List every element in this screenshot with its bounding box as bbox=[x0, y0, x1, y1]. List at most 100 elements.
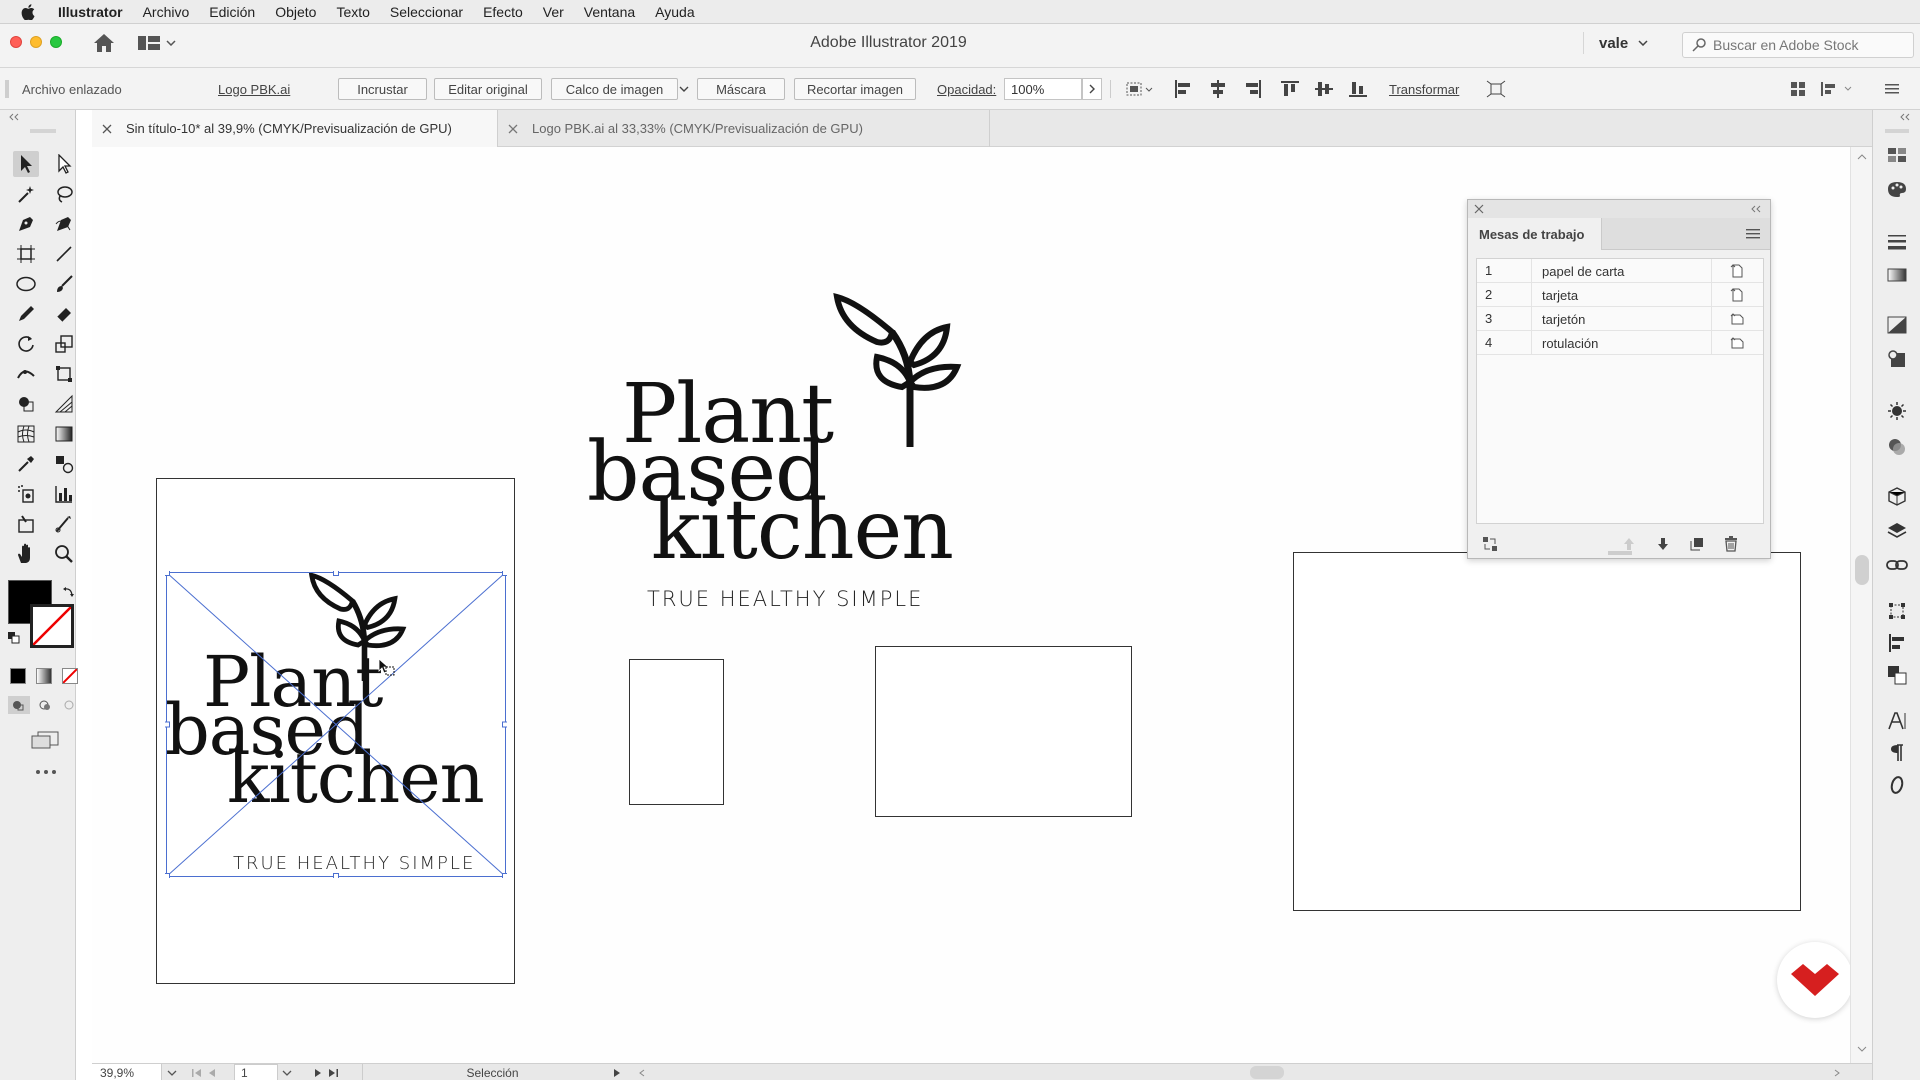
image-trace-dropdown[interactable] bbox=[678, 78, 690, 100]
opacity-expand-button[interactable] bbox=[1082, 78, 1102, 100]
asset-export-icon[interactable] bbox=[1885, 486, 1909, 508]
toolbar-grip[interactable] bbox=[30, 128, 56, 134]
align-right-icon[interactable] bbox=[1240, 78, 1264, 100]
opacity-input[interactable]: 100% bbox=[1004, 78, 1082, 100]
color-palette-icon[interactable] bbox=[1885, 178, 1909, 200]
draw-behind-icon[interactable] bbox=[34, 696, 56, 714]
free-transform-tool-icon[interactable] bbox=[51, 361, 77, 387]
zoom-level-input[interactable]: 39,9% bbox=[92, 1064, 162, 1080]
pencil-tool-icon[interactable] bbox=[13, 301, 39, 327]
apple-icon[interactable] bbox=[18, 2, 38, 22]
horizontal-scroll-thumb[interactable] bbox=[1250, 1066, 1284, 1079]
artboard-row[interactable]: 3 tarjetón bbox=[1477, 307, 1763, 331]
menu-seleccionar[interactable]: Seleccionar bbox=[390, 4, 463, 20]
panel-resize-grip[interactable] bbox=[1608, 550, 1632, 556]
swatches-icon[interactable] bbox=[1885, 144, 1909, 166]
mask-button[interactable]: Máscara bbox=[697, 78, 785, 100]
edit-original-button[interactable]: Editar original bbox=[434, 78, 542, 100]
transparency-icon[interactable] bbox=[1885, 314, 1909, 336]
user-menu[interactable]: vale bbox=[1583, 32, 1648, 54]
align-bottom-icon[interactable] bbox=[1346, 78, 1370, 100]
rotate-tool-icon[interactable] bbox=[13, 331, 39, 357]
artboard-options-icon[interactable] bbox=[1711, 283, 1761, 307]
symbol-sprayer-tool-icon[interactable] bbox=[13, 481, 39, 507]
align-to-icon[interactable] bbox=[1124, 78, 1156, 100]
curvature-tool-icon[interactable] bbox=[51, 211, 77, 237]
embed-button[interactable]: Incrustar bbox=[338, 78, 427, 100]
artboard-name[interactable]: rotulación bbox=[1531, 331, 1711, 355]
artboard-row[interactable]: 4 rotulación bbox=[1477, 331, 1763, 355]
ellipse-tool-icon[interactable] bbox=[13, 271, 39, 297]
vertical-scroll-thumb[interactable] bbox=[1855, 555, 1869, 585]
new-artboard-icon[interactable] bbox=[1690, 537, 1704, 551]
next-last-artboard[interactable] bbox=[314, 1064, 354, 1080]
current-tool-status[interactable]: Selección bbox=[362, 1064, 622, 1080]
menu-ver[interactable]: Ver bbox=[543, 4, 564, 20]
brushes-icon[interactable] bbox=[1885, 400, 1909, 422]
gradient-tool-icon[interactable] bbox=[51, 421, 77, 447]
pen-tool-icon[interactable] bbox=[13, 211, 39, 237]
gradient-mode-icon[interactable] bbox=[36, 668, 52, 684]
artboard-options-icon[interactable] bbox=[1711, 331, 1761, 355]
scroll-left-icon[interactable] bbox=[639, 1064, 649, 1080]
artboard-options-icon[interactable] bbox=[1711, 259, 1761, 283]
vertical-scrollbar[interactable] bbox=[1850, 147, 1872, 1063]
menu-edicion[interactable]: Edición bbox=[209, 4, 255, 20]
zoom-dropdown[interactable] bbox=[164, 1064, 180, 1080]
trash-icon[interactable] bbox=[1724, 536, 1738, 552]
artboard-rotulacion[interactable] bbox=[1293, 552, 1801, 911]
close-icon[interactable] bbox=[508, 124, 518, 134]
stock-search-input[interactable]: Buscar en Adobe Stock bbox=[1682, 32, 1914, 58]
dock-grip[interactable] bbox=[1885, 128, 1909, 134]
artboard-name[interactable]: tarjeta bbox=[1531, 283, 1711, 307]
default-fill-stroke-icon[interactable] bbox=[8, 632, 20, 644]
selection-tool-icon[interactable] bbox=[13, 151, 39, 177]
artboard-row[interactable]: 2 tarjeta bbox=[1477, 283, 1763, 307]
line-tool-icon[interactable] bbox=[51, 241, 77, 267]
layers-icon[interactable] bbox=[1885, 520, 1909, 542]
scissors-tool-icon[interactable] bbox=[51, 511, 77, 537]
selection-bounding-box[interactable] bbox=[165, 571, 507, 878]
draw-normal-icon[interactable] bbox=[8, 696, 30, 714]
menu-efecto[interactable]: Efecto bbox=[483, 4, 523, 20]
lasso-tool-icon[interactable] bbox=[51, 181, 77, 207]
control-bar-grip[interactable] bbox=[4, 78, 10, 100]
isolate-icon[interactable] bbox=[1484, 78, 1508, 100]
artboard-name[interactable]: papel de carta bbox=[1531, 259, 1711, 283]
transform-link[interactable]: Transformar bbox=[1389, 78, 1459, 100]
artboard-dropdown[interactable] bbox=[282, 1064, 296, 1080]
appearance-icon[interactable] bbox=[1885, 348, 1909, 370]
move-down-icon[interactable] bbox=[1657, 537, 1669, 551]
align-panel-icon[interactable] bbox=[1885, 632, 1909, 654]
stroke-panel-icon[interactable] bbox=[1885, 230, 1909, 252]
scale-tool-icon[interactable] bbox=[51, 331, 77, 357]
collapse-panel-icon[interactable] bbox=[1750, 205, 1762, 213]
artboard-number-input[interactable]: 1 bbox=[234, 1064, 278, 1080]
placed-logo-image[interactable]: Plant based kitchen TRUE HEALTHY SIMPLE bbox=[165, 571, 507, 878]
logo-reference[interactable]: Plant based kitchen TRUE HEALTHY SIMPLE bbox=[587, 287, 1037, 757]
direct-selection-tool-icon[interactable] bbox=[51, 151, 77, 177]
control-bar-menu-icon[interactable] bbox=[1880, 78, 1904, 100]
stroke-swatch[interactable] bbox=[30, 604, 74, 648]
slice-tool-icon[interactable] bbox=[13, 511, 39, 537]
links-icon[interactable] bbox=[1885, 554, 1909, 576]
panel-grid-icon[interactable] bbox=[1786, 78, 1810, 100]
menu-texto[interactable]: Texto bbox=[336, 4, 369, 20]
none-mode-icon[interactable] bbox=[62, 668, 78, 684]
symbols-icon[interactable] bbox=[1885, 436, 1909, 458]
character-icon[interactable] bbox=[1885, 710, 1909, 732]
color-mode-icon[interactable] bbox=[10, 668, 26, 684]
perspective-grid-tool-icon[interactable] bbox=[51, 391, 77, 417]
menu-app[interactable]: Illustrator bbox=[58, 4, 123, 20]
collapse-panel-icon[interactable] bbox=[8, 113, 20, 121]
column-graph-tool-icon[interactable] bbox=[51, 481, 77, 507]
artboard-options-icon[interactable] bbox=[1711, 307, 1761, 331]
rearrange-artboards-icon[interactable] bbox=[1482, 536, 1498, 552]
artboard-name[interactable]: tarjetón bbox=[1531, 307, 1711, 331]
blend-tool-icon[interactable] bbox=[51, 451, 77, 477]
zoom-tool-icon[interactable] bbox=[51, 541, 77, 567]
align-middle-icon[interactable] bbox=[1312, 78, 1336, 100]
panel-header[interactable] bbox=[1468, 200, 1770, 218]
edit-toolbar-icon[interactable] bbox=[34, 764, 58, 774]
close-icon[interactable] bbox=[1474, 204, 1484, 214]
